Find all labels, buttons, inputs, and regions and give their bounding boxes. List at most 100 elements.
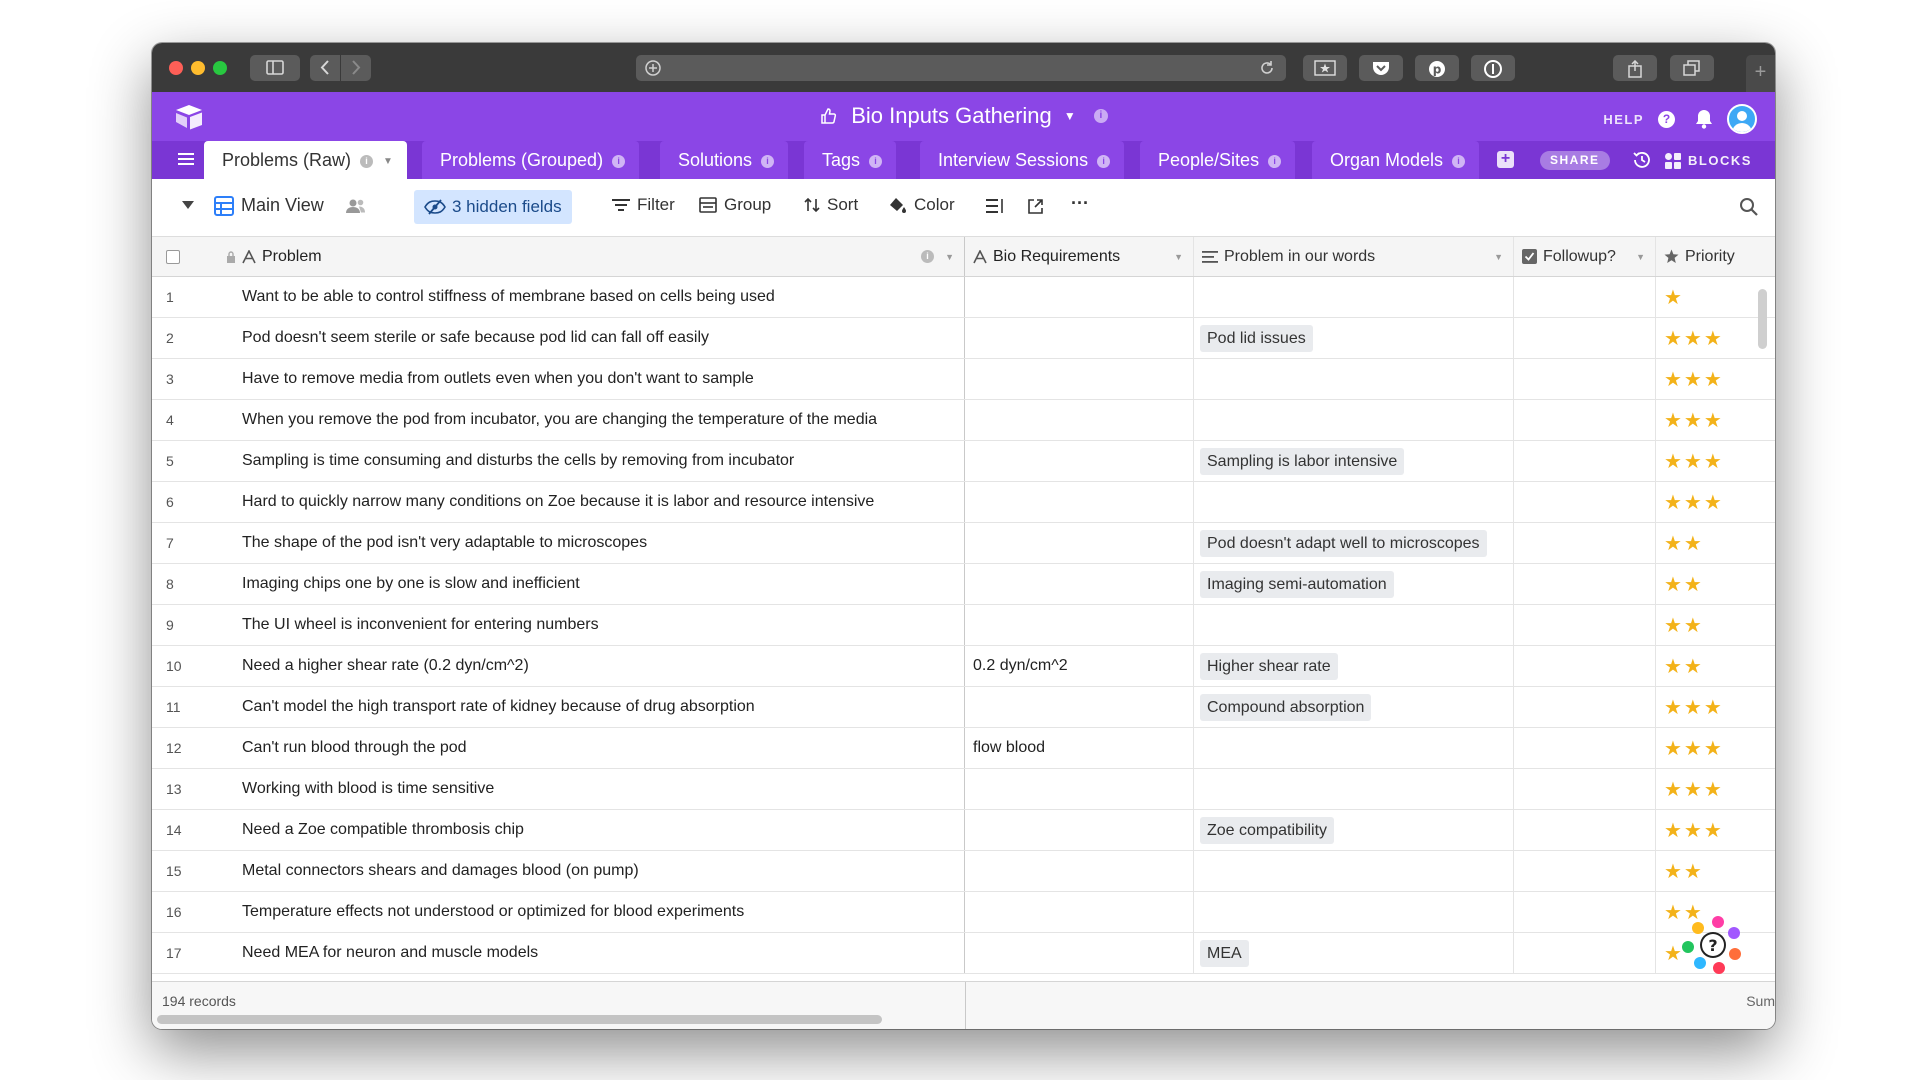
blocks-button[interactable]: BLOCKS bbox=[1664, 151, 1752, 170]
linked-record-pill[interactable]: Imaging semi-automation bbox=[1200, 570, 1394, 598]
cell-problem-in-our-words[interactable] bbox=[1194, 482, 1514, 522]
cell-followup[interactable] bbox=[1514, 687, 1656, 727]
group-button[interactable]: Group bbox=[699, 195, 771, 215]
table-row[interactable]: 14 Need a Zoe compatible thrombosis chip Z… bbox=[152, 810, 1775, 851]
cell-followup[interactable] bbox=[1514, 277, 1656, 317]
cell-bio-requirements[interactable] bbox=[965, 687, 1194, 727]
table-row[interactable]: 16 Temperature effects not understood or … bbox=[152, 892, 1775, 933]
cell-problem-in-our-words[interactable]: Higher shear rate bbox=[1194, 646, 1514, 686]
cell-priority[interactable]: ★★ bbox=[1656, 646, 1775, 686]
bookmark-extension-button[interactable] bbox=[1303, 55, 1347, 81]
table-row[interactable]: 13 Working with blood is time sensitive ★★… bbox=[152, 769, 1775, 810]
table-row[interactable]: 10 Need a higher shear rate (0.2 dyn/cm^2… bbox=[152, 646, 1775, 687]
star-rating[interactable]: ★★★ bbox=[1664, 326, 1724, 351]
search-icon[interactable] bbox=[1739, 197, 1759, 217]
cell-problem-in-our-words[interactable]: Zoe compatibility bbox=[1194, 810, 1514, 850]
cell-problem[interactable]: The UI wheel is inconvenient for enterin… bbox=[242, 605, 965, 645]
table-row[interactable]: 7 The shape of the pod isn't very adaptab… bbox=[152, 523, 1775, 564]
cell-problem-in-our-words[interactable]: MEA bbox=[1194, 933, 1514, 973]
star-rating[interactable]: ★★★ bbox=[1664, 736, 1724, 761]
info-icon[interactable]: i bbox=[1097, 155, 1111, 168]
cell-problem[interactable]: Need MEA for neuron and muscle models bbox=[242, 933, 965, 973]
info-icon[interactable]: i bbox=[360, 155, 374, 168]
hidden-fields-button[interactable]: 3 hidden fields bbox=[414, 190, 572, 224]
cell-followup[interactable] bbox=[1514, 318, 1656, 358]
summary-label[interactable]: Sum bbox=[1746, 993, 1775, 1009]
pinterest-extension-button[interactable]: p bbox=[1415, 55, 1459, 81]
chevron-down-icon[interactable]: ▼ bbox=[383, 156, 393, 167]
cell-followup[interactable] bbox=[1514, 728, 1656, 768]
table-row[interactable]: 11 Can't model the high transport rate of… bbox=[152, 687, 1775, 728]
cell-problem[interactable]: Working with blood is time sensitive bbox=[242, 769, 965, 809]
cell-problem-in-our-words[interactable] bbox=[1194, 400, 1514, 440]
history-icon[interactable] bbox=[1632, 150, 1652, 170]
cell-problem-in-our-words[interactable]: Pod doesn't adapt well to microscopes bbox=[1194, 523, 1514, 563]
cell-followup[interactable] bbox=[1514, 605, 1656, 645]
cell-bio-requirements[interactable] bbox=[965, 318, 1194, 358]
cell-bio-requirements[interactable] bbox=[965, 933, 1194, 973]
help-widget-button[interactable]: ? bbox=[1676, 911, 1746, 981]
chevron-down-icon[interactable]: ▼ bbox=[945, 252, 954, 262]
share-button[interactable]: SHARE bbox=[1540, 151, 1610, 170]
select-all-checkbox[interactable] bbox=[166, 249, 180, 264]
share-view-button[interactable] bbox=[1027, 198, 1044, 215]
sort-button[interactable]: Sort bbox=[804, 195, 858, 215]
star-rating[interactable]: ★★ bbox=[1664, 572, 1704, 597]
cell-problem[interactable]: The shape of the pod isn't very adaptabl… bbox=[242, 523, 965, 563]
cell-priority[interactable]: ★★★ bbox=[1656, 359, 1775, 399]
cell-bio-requirements[interactable]: flow blood bbox=[965, 728, 1194, 768]
cell-followup[interactable] bbox=[1514, 851, 1656, 891]
tab-solutions[interactable]: Solutions i bbox=[660, 141, 789, 179]
star-rating[interactable]: ★★ bbox=[1664, 654, 1704, 679]
cell-priority[interactable]: ★★★ bbox=[1656, 482, 1775, 522]
base-title[interactable]: Bio Inputs Gathering ▼ i bbox=[152, 102, 1775, 129]
info-icon[interactable]: i bbox=[921, 250, 934, 263]
pocket-extension-button[interactable] bbox=[1359, 55, 1403, 81]
view-switcher-toggle[interactable] bbox=[182, 201, 194, 209]
info-icon[interactable]: i bbox=[1093, 109, 1108, 124]
linked-record-pill[interactable]: Pod lid issues bbox=[1200, 324, 1313, 352]
close-window-button[interactable] bbox=[169, 61, 183, 75]
view-selector[interactable]: Main View bbox=[214, 195, 367, 216]
cell-problem[interactable]: Sampling is time consuming and disturbs … bbox=[242, 441, 965, 481]
cell-problem[interactable]: Want to be able to control stiffness of … bbox=[242, 277, 965, 317]
star-rating[interactable]: ★★★ bbox=[1664, 695, 1724, 720]
column-header-followup[interactable]: Followup? ▼ bbox=[1514, 237, 1656, 276]
reload-icon[interactable] bbox=[1258, 59, 1276, 77]
cell-problem[interactable]: Can't run blood through the pod bbox=[242, 728, 965, 768]
back-button[interactable] bbox=[310, 55, 340, 81]
help-link[interactable]: HELP bbox=[1603, 112, 1644, 127]
menu-icon[interactable] bbox=[178, 152, 194, 166]
table-row[interactable]: 1 Want to be able to control stiffness of… bbox=[152, 277, 1775, 318]
info-icon[interactable]: i bbox=[1452, 155, 1466, 168]
cell-problem[interactable]: Need a higher shear rate (0.2 dyn/cm^2) bbox=[242, 646, 965, 686]
cell-bio-requirements[interactable] bbox=[965, 359, 1194, 399]
more-options-button[interactable]: ··· bbox=[1071, 193, 1089, 214]
star-rating[interactable]: ★★ bbox=[1664, 531, 1704, 556]
cell-problem-in-our-words[interactable]: Sampling is labor intensive bbox=[1194, 441, 1514, 481]
cell-followup[interactable] bbox=[1514, 482, 1656, 522]
cell-priority[interactable]: ★★★ bbox=[1656, 769, 1775, 809]
table-row[interactable]: 9 The UI wheel is inconvenient for enteri… bbox=[152, 605, 1775, 646]
star-rating[interactable]: ★★★ bbox=[1664, 408, 1724, 433]
chevron-down-icon[interactable]: ▼ bbox=[1636, 252, 1645, 262]
info-icon[interactable]: i bbox=[1268, 155, 1282, 168]
info-icon[interactable]: i bbox=[869, 155, 883, 168]
cell-problem-in-our-words[interactable]: Imaging semi-automation bbox=[1194, 564, 1514, 604]
column-header-problem-in-our-words[interactable]: Problem in our words ▼ bbox=[1194, 237, 1514, 276]
linked-record-pill[interactable]: Sampling is labor intensive bbox=[1200, 447, 1405, 475]
cell-problem-in-our-words[interactable] bbox=[1194, 892, 1514, 932]
cell-problem[interactable]: Can't model the high transport rate of k… bbox=[242, 687, 965, 727]
cell-followup[interactable] bbox=[1514, 400, 1656, 440]
cell-problem[interactable]: Pod doesn't seem sterile or safe because… bbox=[242, 318, 965, 358]
cell-problem[interactable]: Imaging chips one by one is slow and ine… bbox=[242, 564, 965, 604]
linked-record-pill[interactable]: Pod doesn't adapt well to microscopes bbox=[1200, 529, 1487, 557]
cell-problem[interactable]: Need a Zoe compatible thrombosis chip bbox=[242, 810, 965, 850]
table-row[interactable]: 8 Imaging chips one by one is slow and in… bbox=[152, 564, 1775, 605]
cell-priority[interactable]: ★★ bbox=[1656, 851, 1775, 891]
cell-bio-requirements[interactable] bbox=[965, 810, 1194, 850]
chevron-down-icon[interactable]: ▼ bbox=[1064, 109, 1076, 123]
star-rating[interactable]: ★★ bbox=[1664, 613, 1704, 638]
column-header-bio-requirements[interactable]: Bio Requirements ▼ bbox=[965, 237, 1194, 276]
cell-problem-in-our-words[interactable] bbox=[1194, 769, 1514, 809]
